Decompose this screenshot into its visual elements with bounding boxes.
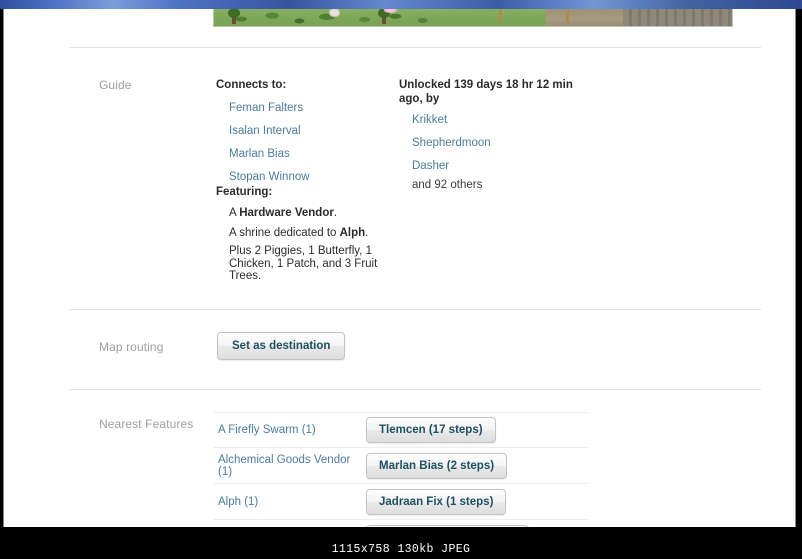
nearest-feature-action-cell: Tlemcen (17 steps): [366, 417, 589, 443]
image-status-bar: 1115x758 130kb JPEG: [0, 540, 802, 559]
set-as-destination-button[interactable]: Set as destination: [217, 332, 346, 360]
nearest-features-table: A Firefly Swarm (1) Tlemcen (17 steps) A…: [214, 412, 589, 546]
featuring-line-suffix: .: [333, 207, 338, 219]
unlocked-by-block: Unlocked 139 days 18 hr 12 min ago, by K…: [399, 78, 584, 197]
connects-to-heading: Connects to:: [216, 79, 287, 91]
banner-sheep-icon: [329, 8, 340, 17]
unlocked-heading: Unlocked 139 days 18 hr 12 min ago, by: [399, 79, 573, 105]
connects-link-feman-falters[interactable]: Feman Falters: [216, 102, 303, 115]
section-divider: [69, 309, 761, 310]
list-item: Isalan Interval: [216, 121, 391, 139]
goto-destination-button[interactable]: Jadraan Fix (1 steps): [366, 488, 507, 515]
section-divider: [69, 389, 761, 390]
section-divider: [69, 47, 761, 48]
featuring-line-bold: Hardware Vendor: [239, 207, 334, 219]
map-routing-label: Map routing: [99, 340, 164, 354]
table-row: Alph (1) Jadraan Fix (1 steps): [214, 484, 589, 520]
list-item: Dasher: [399, 156, 584, 174]
goto-destination-button[interactable]: Tlemcen (17 steps): [366, 417, 496, 443]
featuring-line-hardware-vendor: A Hardware Vendor.: [216, 205, 401, 221]
connects-link-stopan-winnow[interactable]: Stopan Winnow: [216, 171, 310, 184]
banner-wooden-post-icon: [566, 10, 569, 23]
image-info-text: 1115x758 130kb JPEG: [331, 543, 471, 556]
connects-to-block: Connects to: Feman Falters Isalan Interv…: [216, 78, 391, 190]
featuring-heading: Featuring:: [216, 186, 273, 198]
table-row: Alchemical Goods Vendor (1) Marlan Bias …: [214, 448, 589, 484]
window-title-bar: [0, 0, 802, 9]
featuring-line-bold: Alph: [339, 227, 366, 239]
nearest-features-label: Nearest Features: [99, 417, 194, 431]
unlocked-link-shepherdmoon[interactable]: Shepherdmoon: [399, 137, 491, 150]
unlocked-link-dasher[interactable]: Dasher: [399, 160, 449, 173]
page-canvas: Guide Connects to: Feman Falters Isalan …: [3, 0, 796, 546]
connects-link-marlan-bias[interactable]: Marlan Bias: [216, 148, 290, 161]
viewer-letterbox: [0, 527, 802, 540]
connects-to-list: Feman Falters Isalan Interval Marlan Bia…: [216, 98, 391, 185]
featuring-line-prefix: A: [229, 207, 240, 219]
list-item: Krikket: [399, 110, 584, 128]
unlocked-others-count: and 92 others: [412, 179, 483, 191]
nearest-feature-name[interactable]: Alph (1): [214, 496, 366, 508]
guide-section-label: Guide: [99, 78, 132, 92]
goto-destination-button[interactable]: Marlan Bias (2 steps): [366, 452, 508, 479]
connects-link-isalan-interval[interactable]: Isalan Interval: [216, 125, 301, 138]
featuring-line-prefix: A shrine dedicated to: [229, 227, 340, 239]
list-item: Shepherdmoon: [399, 133, 584, 151]
banner-tree-icon: [228, 8, 240, 24]
featuring-plus-line: Plus 2 Piggies, 1 Butterfly, 1 Chicken, …: [229, 245, 378, 282]
nearest-feature-name[interactable]: A Firefly Swarm (1): [214, 424, 366, 436]
nearest-feature-action-cell: Marlan Bias (2 steps): [366, 452, 589, 479]
list-item: Feman Falters: [216, 98, 391, 116]
banner-tree-icon: [378, 8, 390, 24]
featuring-block: Featuring: A Hardware Vendor. A shrine d…: [216, 185, 401, 287]
nearest-feature-action-cell: Jadraan Fix (1 steps): [366, 488, 589, 515]
banner-wooden-post-icon: [499, 10, 502, 23]
unlocked-link-krikket[interactable]: Krikket: [399, 114, 447, 127]
nearest-feature-name[interactable]: Alchemical Goods Vendor (1): [214, 454, 366, 478]
featuring-line-suffix: .: [365, 227, 369, 239]
featuring-line-shrine: A shrine dedicated to Alph.: [216, 225, 401, 241]
list-item: Marlan Bias: [216, 144, 391, 162]
list-item: Stopan Winnow: [216, 167, 391, 185]
table-row: A Firefly Swarm (1) Tlemcen (17 steps): [214, 412, 589, 448]
unlocked-by-list: Krikket Shepherdmoon Dasher: [399, 110, 584, 174]
